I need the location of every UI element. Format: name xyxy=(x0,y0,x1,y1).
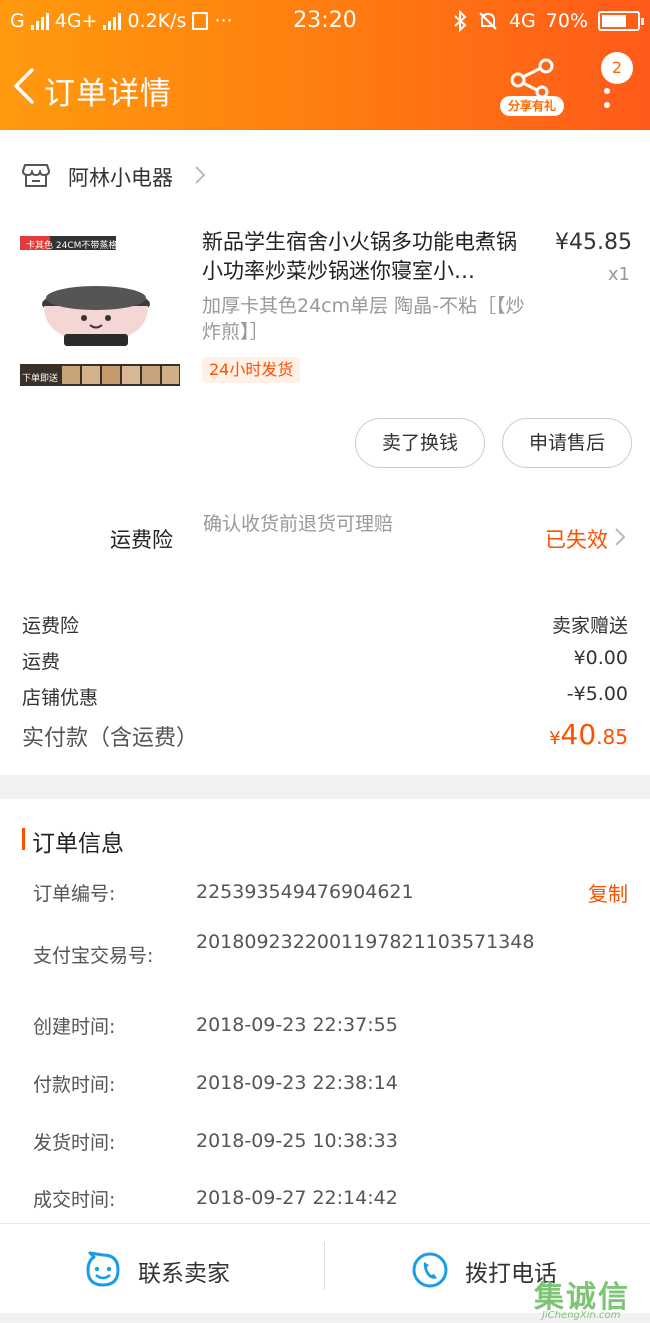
product-image[interactable]: 卡其色 24CM不带蒸格 下单即送 xyxy=(18,230,181,390)
order-product-card: 阿林小电器 卡其色 24CM不带蒸格 下单即送 新品学生宿舍小火锅多功能电煮锅小… xyxy=(0,130,650,775)
mute-icon xyxy=(479,12,497,30)
battery-fill xyxy=(602,15,626,27)
shipping-insurance-row[interactable]: 运费险 确认收货前退货可理赔 已失效 xyxy=(0,492,650,582)
fee-label: 运费险 xyxy=(22,615,80,637)
product-price: ¥45.85 xyxy=(555,230,632,255)
accent-bar xyxy=(22,828,25,850)
info-label: 发货时间: xyxy=(33,1132,116,1154)
order-info-card: 订单信息 订单编号: 225393549476904621 复制 支付宝交易号:… xyxy=(0,799,650,1223)
info-label: 支付宝交易号: xyxy=(33,945,154,967)
info-value: 2018-09-25 10:38:33 xyxy=(196,1130,398,1152)
shop-name: 阿林小电器 xyxy=(68,166,173,190)
fee-label: 店铺优惠 xyxy=(22,687,99,709)
total-amount: ¥40.85 xyxy=(549,718,628,751)
phone-icon xyxy=(412,1252,448,1288)
chat-bubble-icon xyxy=(86,1251,120,1287)
shop-row[interactable]: 阿林小电器 xyxy=(0,150,650,200)
total-label: 实付款（含运费） xyxy=(22,726,199,751)
more-menu-button[interactable]: 2 xyxy=(596,52,636,112)
watermark-url: JiChengXin.com xyxy=(542,1310,621,1321)
shop-icon xyxy=(22,164,50,187)
currency-symbol: ¥ xyxy=(549,728,561,749)
info-value: 2018-09-23 22:38:14 xyxy=(196,1072,398,1094)
watermark: 集诚信 JiChengXin.com xyxy=(530,1270,650,1323)
insurance-description: 确认收货前退货可理赔 xyxy=(203,513,394,535)
product-quantity: x1 xyxy=(607,264,630,285)
status-bar: G 4G+ 0.2K/s ··· 23:20 4G 70% xyxy=(0,0,650,44)
insurance-status[interactable]: 已失效 xyxy=(545,524,608,554)
chevron-right-icon xyxy=(195,166,206,184)
total-integer: 40 xyxy=(560,718,597,751)
shipping-badge: 24小时发货 xyxy=(202,357,301,383)
section-title: 订单信息 xyxy=(32,831,124,857)
fee-value: 卖家赠送 xyxy=(551,615,628,637)
page-title: 订单详情 xyxy=(44,76,172,112)
more-dot-icon xyxy=(604,102,610,108)
sell-button[interactable]: 卖了换钱 xyxy=(355,418,485,468)
apply-aftersale-button[interactable]: 申请售后 xyxy=(502,418,632,468)
info-value: 2018092322001197821103571348 xyxy=(196,931,535,953)
info-label: 订单编号: xyxy=(33,883,116,905)
fee-row-shipping: 运费 ¥0.00 xyxy=(22,647,628,677)
info-value: 225393549476904621 xyxy=(196,881,414,903)
contact-seller-label: 联系卖家 xyxy=(138,1261,230,1287)
share-button[interactable]: 分享有礼 xyxy=(500,56,564,118)
info-value: 2018-09-27 22:14:42 xyxy=(196,1187,398,1209)
battery-percent: 70% xyxy=(545,10,588,32)
fee-value: -¥5.00 xyxy=(566,683,628,705)
back-arrow-icon[interactable] xyxy=(10,66,40,106)
battery-icon xyxy=(598,11,644,31)
nav-header: 订单详情 分享有礼 2 xyxy=(0,44,650,130)
hot-pot-illustration xyxy=(20,236,180,386)
info-value: 2018-09-23 22:37:55 xyxy=(196,1014,398,1036)
chevron-right-icon xyxy=(615,528,626,546)
share-label: 分享有礼 xyxy=(500,96,564,116)
image-banner-text: 卡其色 24CM不带蒸格 xyxy=(26,241,118,251)
info-label: 付款时间: xyxy=(33,1074,116,1096)
image-footer-text: 下单即送 xyxy=(22,374,59,384)
fee-row-discount: 店铺优惠 -¥5.00 xyxy=(22,683,628,713)
fee-value: ¥0.00 xyxy=(573,647,628,669)
network-type-2: 4G xyxy=(508,10,536,32)
insurance-name: 运费险 xyxy=(110,528,173,552)
info-label: 创建时间: xyxy=(33,1016,116,1038)
bluetooth-icon xyxy=(454,10,467,32)
more-dot-icon xyxy=(604,88,610,94)
total-paid-row: 实付款（含运费） ¥40.85 xyxy=(22,718,628,760)
contact-seller-button[interactable]: 联系卖家 xyxy=(0,1224,324,1314)
message-badge: 2 xyxy=(601,52,633,84)
share-icon xyxy=(510,58,554,98)
product-sku: 加厚卡其色24cm单层 陶晶-不粘［【炒炸煎】］ xyxy=(202,295,525,343)
fee-label: 运费 xyxy=(22,651,61,673)
product-title[interactable]: 新品学生宿舍小火锅多功能电煮锅小功率炒菜炒锅迷你寝室小… xyxy=(202,228,534,286)
info-label: 成交时间: xyxy=(33,1189,116,1211)
copy-button[interactable]: 复制 xyxy=(588,878,628,907)
fee-row-insurance: 运费险 卖家赠送 xyxy=(22,611,628,641)
total-decimal: .85 xyxy=(596,725,628,749)
